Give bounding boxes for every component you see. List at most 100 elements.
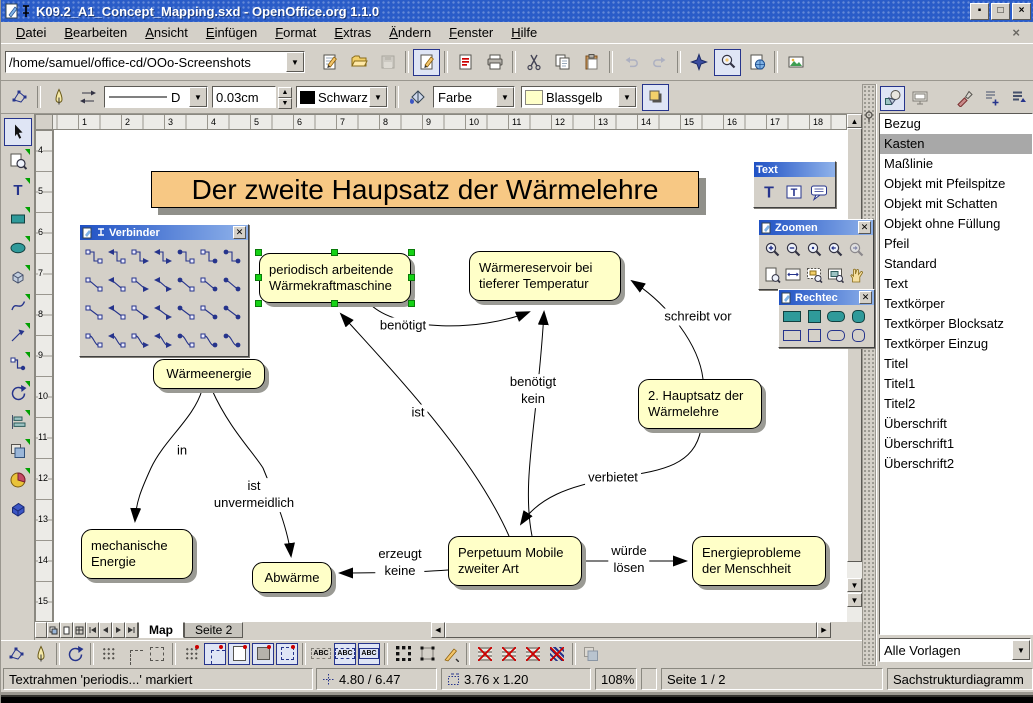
doc-globe-button[interactable] [743,49,770,76]
style-item-titel1[interactable]: Titel1 [880,374,1032,394]
close-icon[interactable]: ✕ [859,291,872,304]
open-folder-button[interactable] [345,49,372,76]
new-edit-doc-button[interactable] [316,49,343,76]
zoom-object-button[interactable] [824,262,845,287]
option-xabc-button[interactable] [522,643,544,665]
connector-type-0-0[interactable] [82,242,105,270]
zoom-palette[interactable]: Zoomen ✕ [758,219,874,290]
zoom-optimal-button[interactable] [803,262,824,287]
style-item--berschrift[interactable]: Überschrift [880,414,1032,434]
line-width-field[interactable] [212,86,276,108]
connector-type-1-3[interactable] [151,270,174,298]
line-width-input[interactable] [213,88,275,106]
style-item-pfeil[interactable]: Pfeil [880,234,1032,254]
tool-select[interactable] [4,118,32,146]
option-rotmode-button[interactable] [64,643,86,665]
url-dropdown-icon[interactable]: ▼ [286,52,304,72]
style-item-kasten[interactable]: Kasten [880,134,1032,154]
menu-fenster[interactable]: Fenster [440,23,502,42]
option-pagem-button[interactable] [228,643,250,665]
close-document-icon[interactable]: × [1012,25,1028,40]
connector-type-2-2[interactable] [128,298,151,326]
gallery-button[interactable] [782,49,809,76]
option-boxm-button[interactable] [252,643,274,665]
arrow-ends-button[interactable] [74,84,101,111]
fill-type-dropdown-icon[interactable]: ▼ [496,87,514,107]
style-item--berschrift2[interactable]: Überschrift2 [880,454,1032,474]
view-mode-1-button[interactable] [47,622,60,638]
option-xpic-button[interactable] [474,643,496,665]
hscroll-left-icon[interactable]: ◀ [431,622,445,638]
connector-type-3-1[interactable] [105,326,128,354]
connector-type-3-6[interactable] [220,326,243,354]
maximize-button[interactable]: □ [991,3,1010,20]
rectangles-palette-titlebar[interactable]: Rechtec ✕ [779,290,874,305]
connector-type-1-4[interactable] [174,270,197,298]
line-width-spinner[interactable]: ▲▼ [278,87,292,107]
style-item-objekt-ohne-f-llung[interactable]: Objekt ohne Füllung [880,214,1032,234]
connector-type-0-2[interactable] [128,242,151,270]
callout-button[interactable] [806,179,831,205]
shadow-toggle-button[interactable] [642,84,669,111]
option-abca-button[interactable]: ABC [334,643,356,665]
option-gridm-button[interactable] [180,643,202,665]
zoom-prev-button[interactable] [824,237,845,262]
tool-ellipse[interactable] [4,234,32,262]
tool-zoom-tool[interactable] [4,147,32,175]
connector-type-3-3[interactable] [151,326,174,354]
menu-ansicht[interactable]: Ansicht [136,23,197,42]
connector-grid[interactable] [80,240,248,356]
zoom-out-button[interactable] [782,237,803,262]
connector-type-1-2[interactable] [128,270,151,298]
connector-type-3-5[interactable] [197,326,220,354]
last-page-button[interactable] [125,622,138,638]
status-position[interactable]: 4.80 / 6.47 [316,668,437,690]
prev-page-button[interactable] [99,622,112,638]
text-frame-button[interactable]: T [781,179,806,205]
line-style-combobox[interactable]: D ▼ [104,86,208,108]
scroll-up-icon[interactable]: ▲ [847,114,862,128]
scroll-down-icon[interactable]: ▼ [847,578,862,592]
undo-button[interactable] [617,49,644,76]
option-penslash-button[interactable] [440,643,462,665]
option-handles2-button[interactable] [416,643,438,665]
connector-type-1-6[interactable] [220,270,243,298]
view-mode-2-button[interactable] [60,622,73,638]
splitter-pin-icon[interactable] [863,111,875,123]
first-page-button[interactable] [86,622,99,638]
minimize-button[interactable]: ▪ [970,3,989,20]
connectors-palette[interactable]: Verbinder ✕ [79,224,249,357]
connector-type-0-3[interactable] [151,242,174,270]
zoom-page-button[interactable] [761,262,782,287]
connector-type-3-2[interactable] [128,326,151,354]
horizontal-ruler[interactable]: 123456789101112131415161718 [35,114,847,130]
option-grid-button[interactable] [98,643,120,665]
style-item-titel2[interactable]: Titel2 [880,394,1032,414]
zoom-button[interactable] [714,49,741,76]
zoom-in-button[interactable] [761,237,782,262]
line-style-dropdown-icon[interactable]: ▼ [189,87,207,107]
style-item-objekt-mit-schatten[interactable]: Objekt mit Schatten [880,194,1032,214]
menu-bearbeiten[interactable]: Bearbeiten [55,23,136,42]
page-down-icon[interactable]: ▼ [847,593,862,607]
presentation-styles-button[interactable] [907,86,932,111]
next-page-button[interactable] [112,622,125,638]
connector-type-1-0[interactable] [82,270,105,298]
zoom-100-button[interactable] [803,237,824,262]
square-fill-button[interactable] [803,307,825,326]
fill-format-button[interactable] [952,86,977,111]
connector-type-2-4[interactable] [174,298,197,326]
line-color-combobox[interactable]: Schwarz ▼ [296,86,388,108]
tool-effects-3d[interactable] [4,495,32,523]
line-color-dropdown-icon[interactable]: ▼ [369,87,387,107]
connector-type-3-4[interactable] [174,326,197,354]
tool-arrange[interactable] [4,437,32,465]
connector-type-2-3[interactable] [151,298,174,326]
menu-extras[interactable]: Extras [325,23,380,42]
connector-type-0-1[interactable] [105,242,128,270]
stylist-splitter[interactable] [862,84,876,666]
close-icon[interactable]: ✕ [858,221,871,234]
option-ptsm-button[interactable] [276,643,298,665]
status-template[interactable]: Sachstrukturdiagramm [887,668,1033,690]
text-palette[interactable]: Text TT [753,161,836,208]
